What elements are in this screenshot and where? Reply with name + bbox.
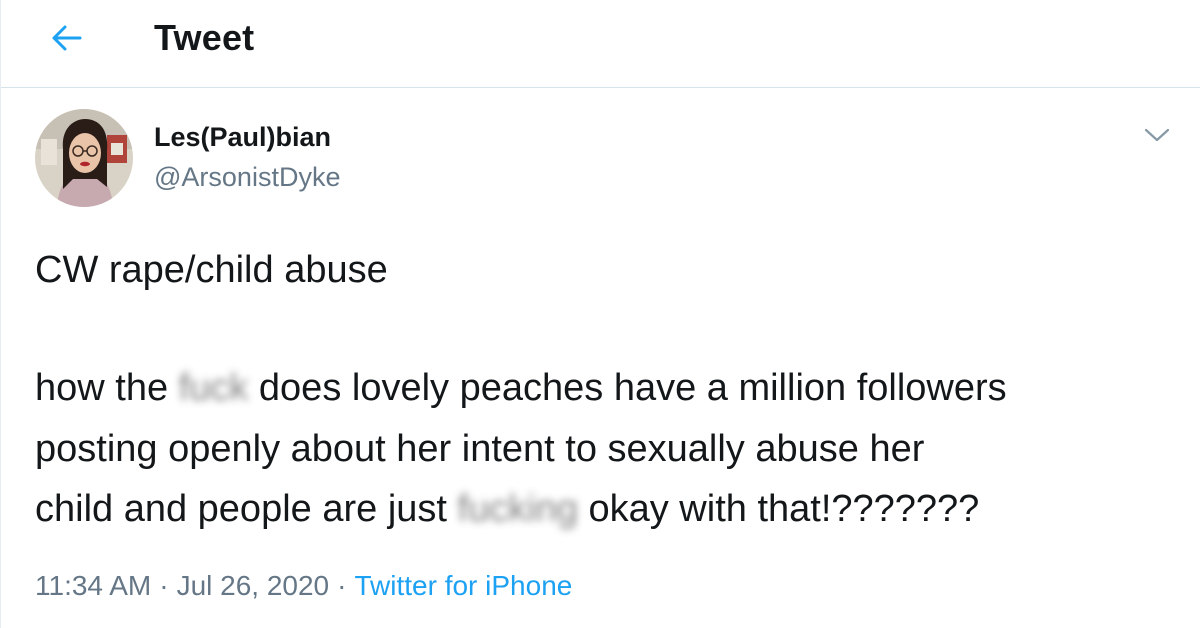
tweet-text-segment: child and people are just [35,488,458,530]
profile-photo [35,109,133,207]
tweet-text-segment: does lovely peaches have a million follo… [248,367,1007,409]
separator: · [337,570,347,601]
back-arrow-icon [52,25,82,51]
tweet-text-line: posting openly about her intent to sexua… [35,428,925,470]
tweet-text-segment: how the [35,367,179,409]
author-handle[interactable]: @ArsonistDyke [154,162,340,193]
page-title: Tweet [154,17,255,58]
tweet-page: Tweet Les(Paul)bian @ArsonistDyke CW rap… [0,0,1200,628]
tweet-source-link[interactable]: Twitter for iPhone [354,570,572,601]
censored-word: fuck [178,367,249,409]
chevron-down-icon [1144,128,1170,142]
tweet-date[interactable]: Jul 26, 2020 [177,570,330,601]
tweet-content-warning: CW rape/child abuse [35,249,388,291]
tweet-metadata: 11:34 AM · Jul 26, 2020 · Twitter for iPhone [35,570,572,602]
author-name[interactable]: Les(Paul)bian [154,122,331,153]
tweet-time[interactable]: 11:34 AM [35,570,151,601]
censored-word: fucking [457,488,578,530]
tweet-text-line: how the fuck does lovely peaches have a … [35,367,1185,410]
avatar[interactable] [35,109,133,207]
more-options-button[interactable] [1139,120,1175,150]
back-button[interactable] [47,18,87,58]
tweet-text-line: child and people are just fucking okay w… [35,488,1185,531]
separator: · [159,570,169,601]
tweet-text-segment: okay with that!??????? [577,488,980,530]
top-bar: Tweet [1,0,1200,88]
